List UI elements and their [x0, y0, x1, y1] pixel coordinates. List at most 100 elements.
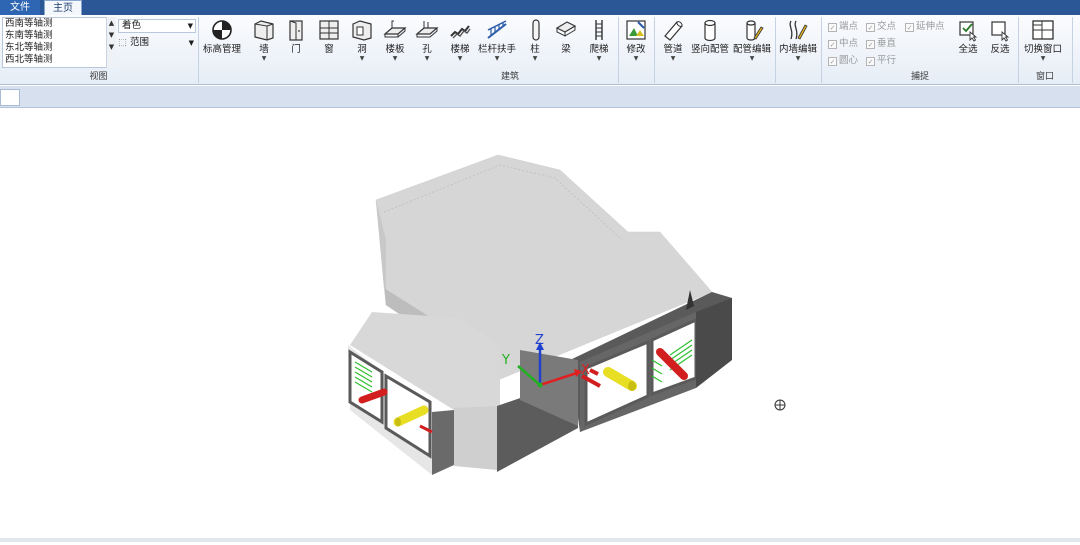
pipe-edit-icon [746, 20, 764, 41]
wall-label: 墙 [259, 44, 269, 55]
slab-label: 楼板 [385, 44, 405, 55]
axis-x-label: X [581, 363, 590, 378]
chevron-down-icon: ▼ [670, 55, 676, 62]
invert-select-label: 反选 [990, 44, 1010, 55]
ladder-icon [595, 20, 603, 40]
inner-wall-edit-label: 内墙编辑 [778, 44, 817, 55]
opening-label: 洞 [357, 44, 367, 55]
range-icon: ⬚ [118, 37, 127, 48]
invert-select-button[interactable]: 反选 [986, 18, 1014, 70]
vertical-pipe-icon [704, 19, 716, 42]
slab-button[interactable]: 楼板 ▼ [381, 18, 409, 70]
ladder-label: 爬梯 [589, 44, 609, 55]
axis-y-label: Y [501, 353, 510, 368]
view-list-scrollbar[interactable]: ▲ ▼ ▼ [106, 17, 116, 68]
chevron-down-icon: ▼ [187, 22, 193, 30]
checkbox-checked-icon: ✓ [828, 57, 837, 66]
switch-window-button[interactable]: 切换窗口 ▼ [1022, 18, 1064, 70]
architecture-group-label: 建筑 [500, 72, 519, 82]
pipe-edit-label: 配管编辑 [732, 44, 771, 55]
pipe-edit-button[interactable]: 配管编辑 ▼ [732, 18, 772, 70]
ribbon: 西南等轴测 东南等轴测 东北等轴测 西北等轴测 ▲ ▼ ▼ 着色 ▼ ⬚ 范围 … [0, 15, 1080, 85]
snap-center-checkbox[interactable]: ✓ 圆心 [828, 54, 858, 68]
pipe-button[interactable]: 管道 ▼ [658, 18, 688, 70]
column-button[interactable]: 柱 ▼ [524, 18, 546, 70]
pipe-icon [664, 21, 683, 41]
range-label: 范围 [130, 37, 150, 48]
document-tab[interactable] [0, 89, 20, 106]
railing-button[interactable]: 栏杆扶手 ▼ [476, 18, 518, 70]
snap-extension-checkbox[interactable]: ✓ 延伸点 [905, 20, 945, 34]
switch-window-icon [1032, 20, 1054, 40]
scroll-down-icon[interactable]: ▼ [107, 29, 116, 41]
snap-endpoint-label: 端点 [839, 21, 859, 32]
switch-window-label: 切换窗口 [1023, 44, 1062, 55]
scroll-up-icon[interactable]: ▲ [107, 17, 116, 29]
snap-perpendicular-checkbox[interactable]: ✓ 垂直 [866, 37, 896, 51]
chevron-down-icon: ▼ [359, 55, 365, 62]
chevron-down-icon: ▼ [749, 55, 755, 62]
column-label: 柱 [530, 44, 540, 55]
view-list[interactable]: 西南等轴测 东南等轴测 东北等轴测 西北等轴测 [2, 17, 116, 68]
ladder-button[interactable]: 爬梯 ▼ [584, 18, 614, 70]
snap-extension-label: 延伸点 [916, 21, 945, 32]
view-group-label: 视图 [89, 72, 108, 82]
render-mode-value: 着色 [122, 20, 142, 31]
elevation-icon [212, 20, 232, 40]
stair-button[interactable]: 楼梯 ▼ [446, 18, 474, 70]
range-select[interactable]: ⬚ 范围 ▼ [118, 36, 196, 50]
beam-label: 梁 [561, 44, 571, 55]
scroll-more-icon[interactable]: ▼ [107, 41, 116, 53]
snap-intersection-checkbox[interactable]: ✓ 交点 [866, 20, 896, 34]
checkbox-checked-icon: ✓ [866, 57, 875, 66]
window-label: 窗 [324, 44, 334, 55]
3d-model-view[interactable]: Z Y X [0, 109, 1080, 542]
snap-parallel-checkbox[interactable]: ✓ 平行 [866, 54, 896, 68]
invert-select-icon [991, 21, 1010, 42]
inner-wall-edit-button[interactable]: 内墙编辑 ▼ [778, 18, 818, 70]
tab-file[interactable]: 文件 [0, 0, 40, 15]
snap-endpoint-checkbox[interactable]: ✓ 端点 [828, 20, 858, 34]
view-item-northeast[interactable]: 东北等轴测 [3, 42, 115, 54]
snap-center-label: 圆心 [839, 55, 859, 66]
checkbox-checked-icon: ✓ [905, 23, 914, 32]
vertical-pipe-button[interactable]: 竖向配管 [690, 18, 730, 70]
status-bar [0, 538, 1080, 542]
view-item-southwest[interactable]: 西南等轴测 [3, 18, 115, 30]
opening-button[interactable]: 洞 ▼ [348, 18, 376, 70]
modify-button[interactable]: 修改 ▼ [622, 18, 650, 70]
select-all-button[interactable]: 全选 [954, 18, 982, 70]
ribbon-tab-bar: 文件 主页 [0, 0, 1080, 15]
opening-icon [352, 20, 372, 41]
chevron-down-icon: ▼ [795, 55, 801, 62]
chevron-down-icon: ▼ [494, 55, 500, 62]
hole-button[interactable]: 孔 ▼ [414, 18, 440, 70]
snap-group-label: 捕捉 [910, 72, 929, 82]
wall-icon [254, 20, 274, 41]
view-item-southeast[interactable]: 东南等轴测 [3, 30, 115, 42]
snap-midpoint-label: 中点 [839, 38, 859, 49]
snap-midpoint-checkbox[interactable]: ✓ 中点 [828, 37, 858, 51]
column-icon [532, 19, 540, 41]
checkbox-checked-icon: ✓ [828, 40, 837, 49]
door-button[interactable]: 门 [284, 18, 308, 70]
render-mode-select[interactable]: 着色 ▼ [118, 19, 196, 33]
3d-viewport[interactable]: Z Y X [0, 109, 1080, 542]
pipe-label: 管道 [663, 44, 683, 55]
snap-perpendicular-label: 垂直 [877, 38, 897, 49]
view-item-northwest[interactable]: 西北等轴测 [3, 54, 115, 66]
document-tab-strip [0, 86, 1080, 108]
window-button[interactable]: 窗 [316, 18, 342, 70]
inner-wall-edit-icon [789, 20, 808, 40]
stair-icon [450, 25, 471, 39]
beam-button[interactable]: 梁 [554, 18, 578, 70]
hole-icon [415, 21, 439, 38]
chevron-down-icon: ▼ [1040, 55, 1046, 62]
elevation-manager-button[interactable]: 标高管理 [202, 18, 242, 70]
select-all-icon [959, 21, 978, 42]
tab-home[interactable]: 主页 [44, 0, 82, 15]
wall-button[interactable]: 墙 ▼ [250, 18, 278, 70]
modify-icon [626, 20, 646, 40]
select-all-label: 全选 [958, 44, 978, 55]
door-label: 门 [291, 44, 301, 55]
